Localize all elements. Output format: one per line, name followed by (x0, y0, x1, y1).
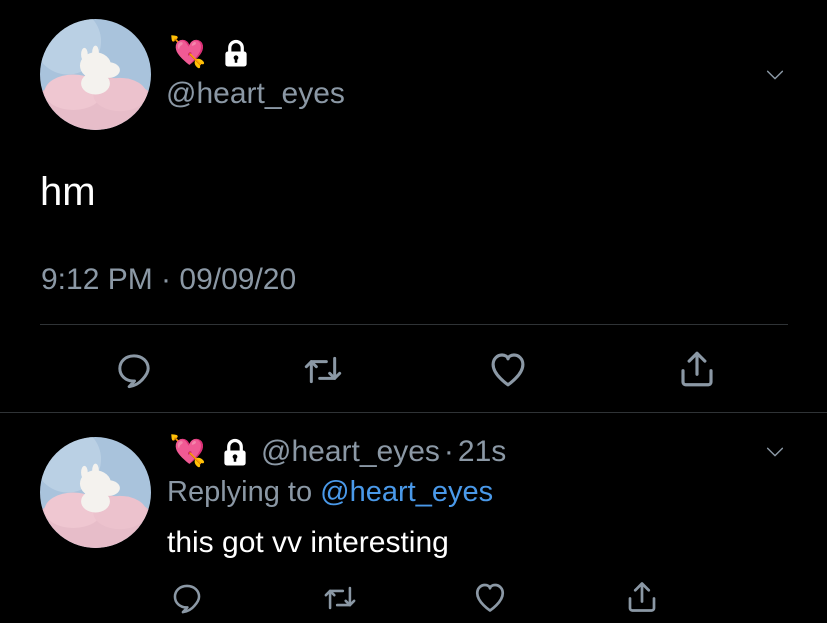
lock-icon (221, 38, 251, 70)
reply-meta: @heart_eyes · 21s (261, 435, 506, 469)
retweet-icon[interactable] (322, 581, 358, 615)
lock-icon (220, 437, 250, 469)
author-handle[interactable]: @heart_eyes (166, 77, 345, 111)
replying-prefix: Replying to (167, 476, 313, 508)
share-icon[interactable] (624, 579, 660, 615)
meta-separator: · (443, 435, 454, 468)
reply-tweet[interactable]: 💘 @heart_eyes · 21s Replying to @heart_eye… (0, 413, 827, 623)
tweet-timestamp[interactable]: 9:12 PM · 09/09/20 (41, 263, 296, 297)
reply-icon[interactable] (114, 350, 154, 390)
share-icon[interactable] (676, 348, 718, 390)
heart-with-arrow-emoji: 💘 (169, 35, 207, 70)
chevron-down-icon[interactable] (762, 441, 788, 463)
reply-icon[interactable] (170, 581, 204, 615)
tweet-age[interactable]: 21s (458, 435, 506, 468)
replying-handle-link[interactable]: @heart_eyes (320, 476, 493, 508)
tweet-text: hm (40, 170, 96, 214)
divider (40, 324, 788, 325)
avatar[interactable] (40, 19, 151, 130)
main-tweet[interactable]: 💘 @heart_eyes hm 9:12 PM · 09/09/20 (0, 0, 827, 412)
replying-to: Replying to @heart_eyes (167, 475, 493, 509)
like-icon[interactable] (487, 348, 529, 390)
retweet-icon[interactable] (301, 350, 345, 390)
author-handle[interactable]: @heart_eyes (261, 435, 440, 468)
like-icon[interactable] (472, 579, 508, 615)
tweet-text: this got vv interesting (167, 526, 449, 559)
avatar[interactable] (40, 437, 151, 548)
chevron-down-icon[interactable] (762, 64, 788, 86)
heart-with-arrow-emoji: 💘 (169, 434, 207, 469)
